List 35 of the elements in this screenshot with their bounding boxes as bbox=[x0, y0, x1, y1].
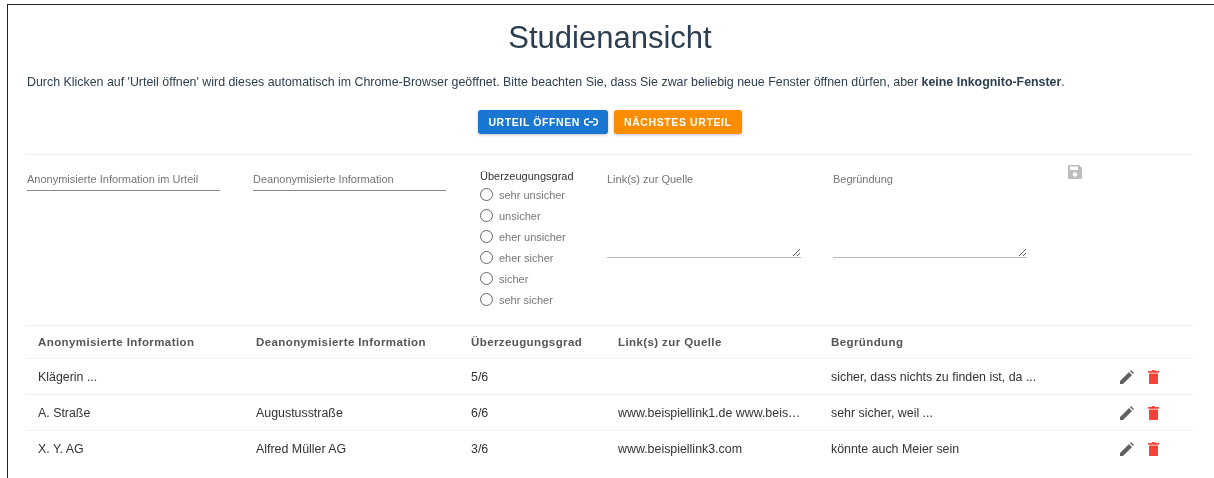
radio-option[interactable]: sehr sicher bbox=[480, 289, 607, 310]
edit-icon[interactable] bbox=[1120, 405, 1134, 420]
table-cell: sicher, dass nichts zu finden ist, da ... bbox=[831, 369, 1037, 384]
table-cell: X. Y. AG bbox=[38, 441, 84, 456]
radio-option[interactable]: sicher bbox=[480, 268, 607, 289]
delete-icon[interactable] bbox=[1148, 405, 1159, 420]
table-cell: Klägerin ... bbox=[38, 369, 98, 384]
radio-option[interactable]: sehr unsicher bbox=[480, 184, 607, 205]
edit-icon[interactable] bbox=[1120, 369, 1134, 384]
radio-group-label: Überzeugungsgrad bbox=[480, 170, 575, 182]
radio-option[interactable]: unsicher bbox=[480, 205, 607, 226]
table-cell: sehr sicher, weil ... bbox=[831, 405, 933, 420]
column-header: Überzeugungsgrad bbox=[471, 336, 583, 348]
column-header: Deanonymisierte Information bbox=[256, 336, 426, 348]
table-cell: Augustusstraße bbox=[256, 405, 343, 420]
notice-text: Durch Klicken auf 'Urteil öffnen' wird dieses automatisch im Chrome-Browser geöffnet. Bitte beachten Sie, dass Sie zwar beliebig neue Fenster öffnen dürfen, aber keine Inkognito-Fenster. bbox=[27, 74, 1066, 90]
link-icon bbox=[584, 118, 598, 126]
delete-icon[interactable] bbox=[1148, 369, 1159, 384]
table-cell: 3/6 bbox=[471, 441, 489, 456]
table-cell: 5/6 bbox=[471, 369, 489, 384]
delete-icon[interactable] bbox=[1148, 441, 1159, 456]
table-cell: 6/6 bbox=[471, 405, 489, 420]
edit-icon[interactable] bbox=[1120, 441, 1134, 456]
table-cell: A. Straße bbox=[38, 405, 91, 420]
page-title: Studienansicht bbox=[507, 19, 713, 56]
column-header: Link(s) zur Quelle bbox=[618, 336, 722, 348]
table-cell: www.beispiellink1.de www.beis… bbox=[618, 405, 801, 420]
open-button[interactable]: URTEIL ÖFFNEN bbox=[478, 110, 608, 134]
table-cell: Alfred Müller AG bbox=[256, 441, 347, 456]
radio-option[interactable]: eher sicher bbox=[480, 247, 607, 268]
radio-option[interactable]: eher unsicher bbox=[480, 226, 607, 247]
table-cell: www.beispiellink3.com bbox=[618, 441, 742, 456]
column-header: Anonymisierte Information bbox=[38, 336, 195, 348]
column-header: Begründung bbox=[831, 336, 904, 348]
table-cell: könnte auch Meier sein bbox=[831, 441, 960, 456]
